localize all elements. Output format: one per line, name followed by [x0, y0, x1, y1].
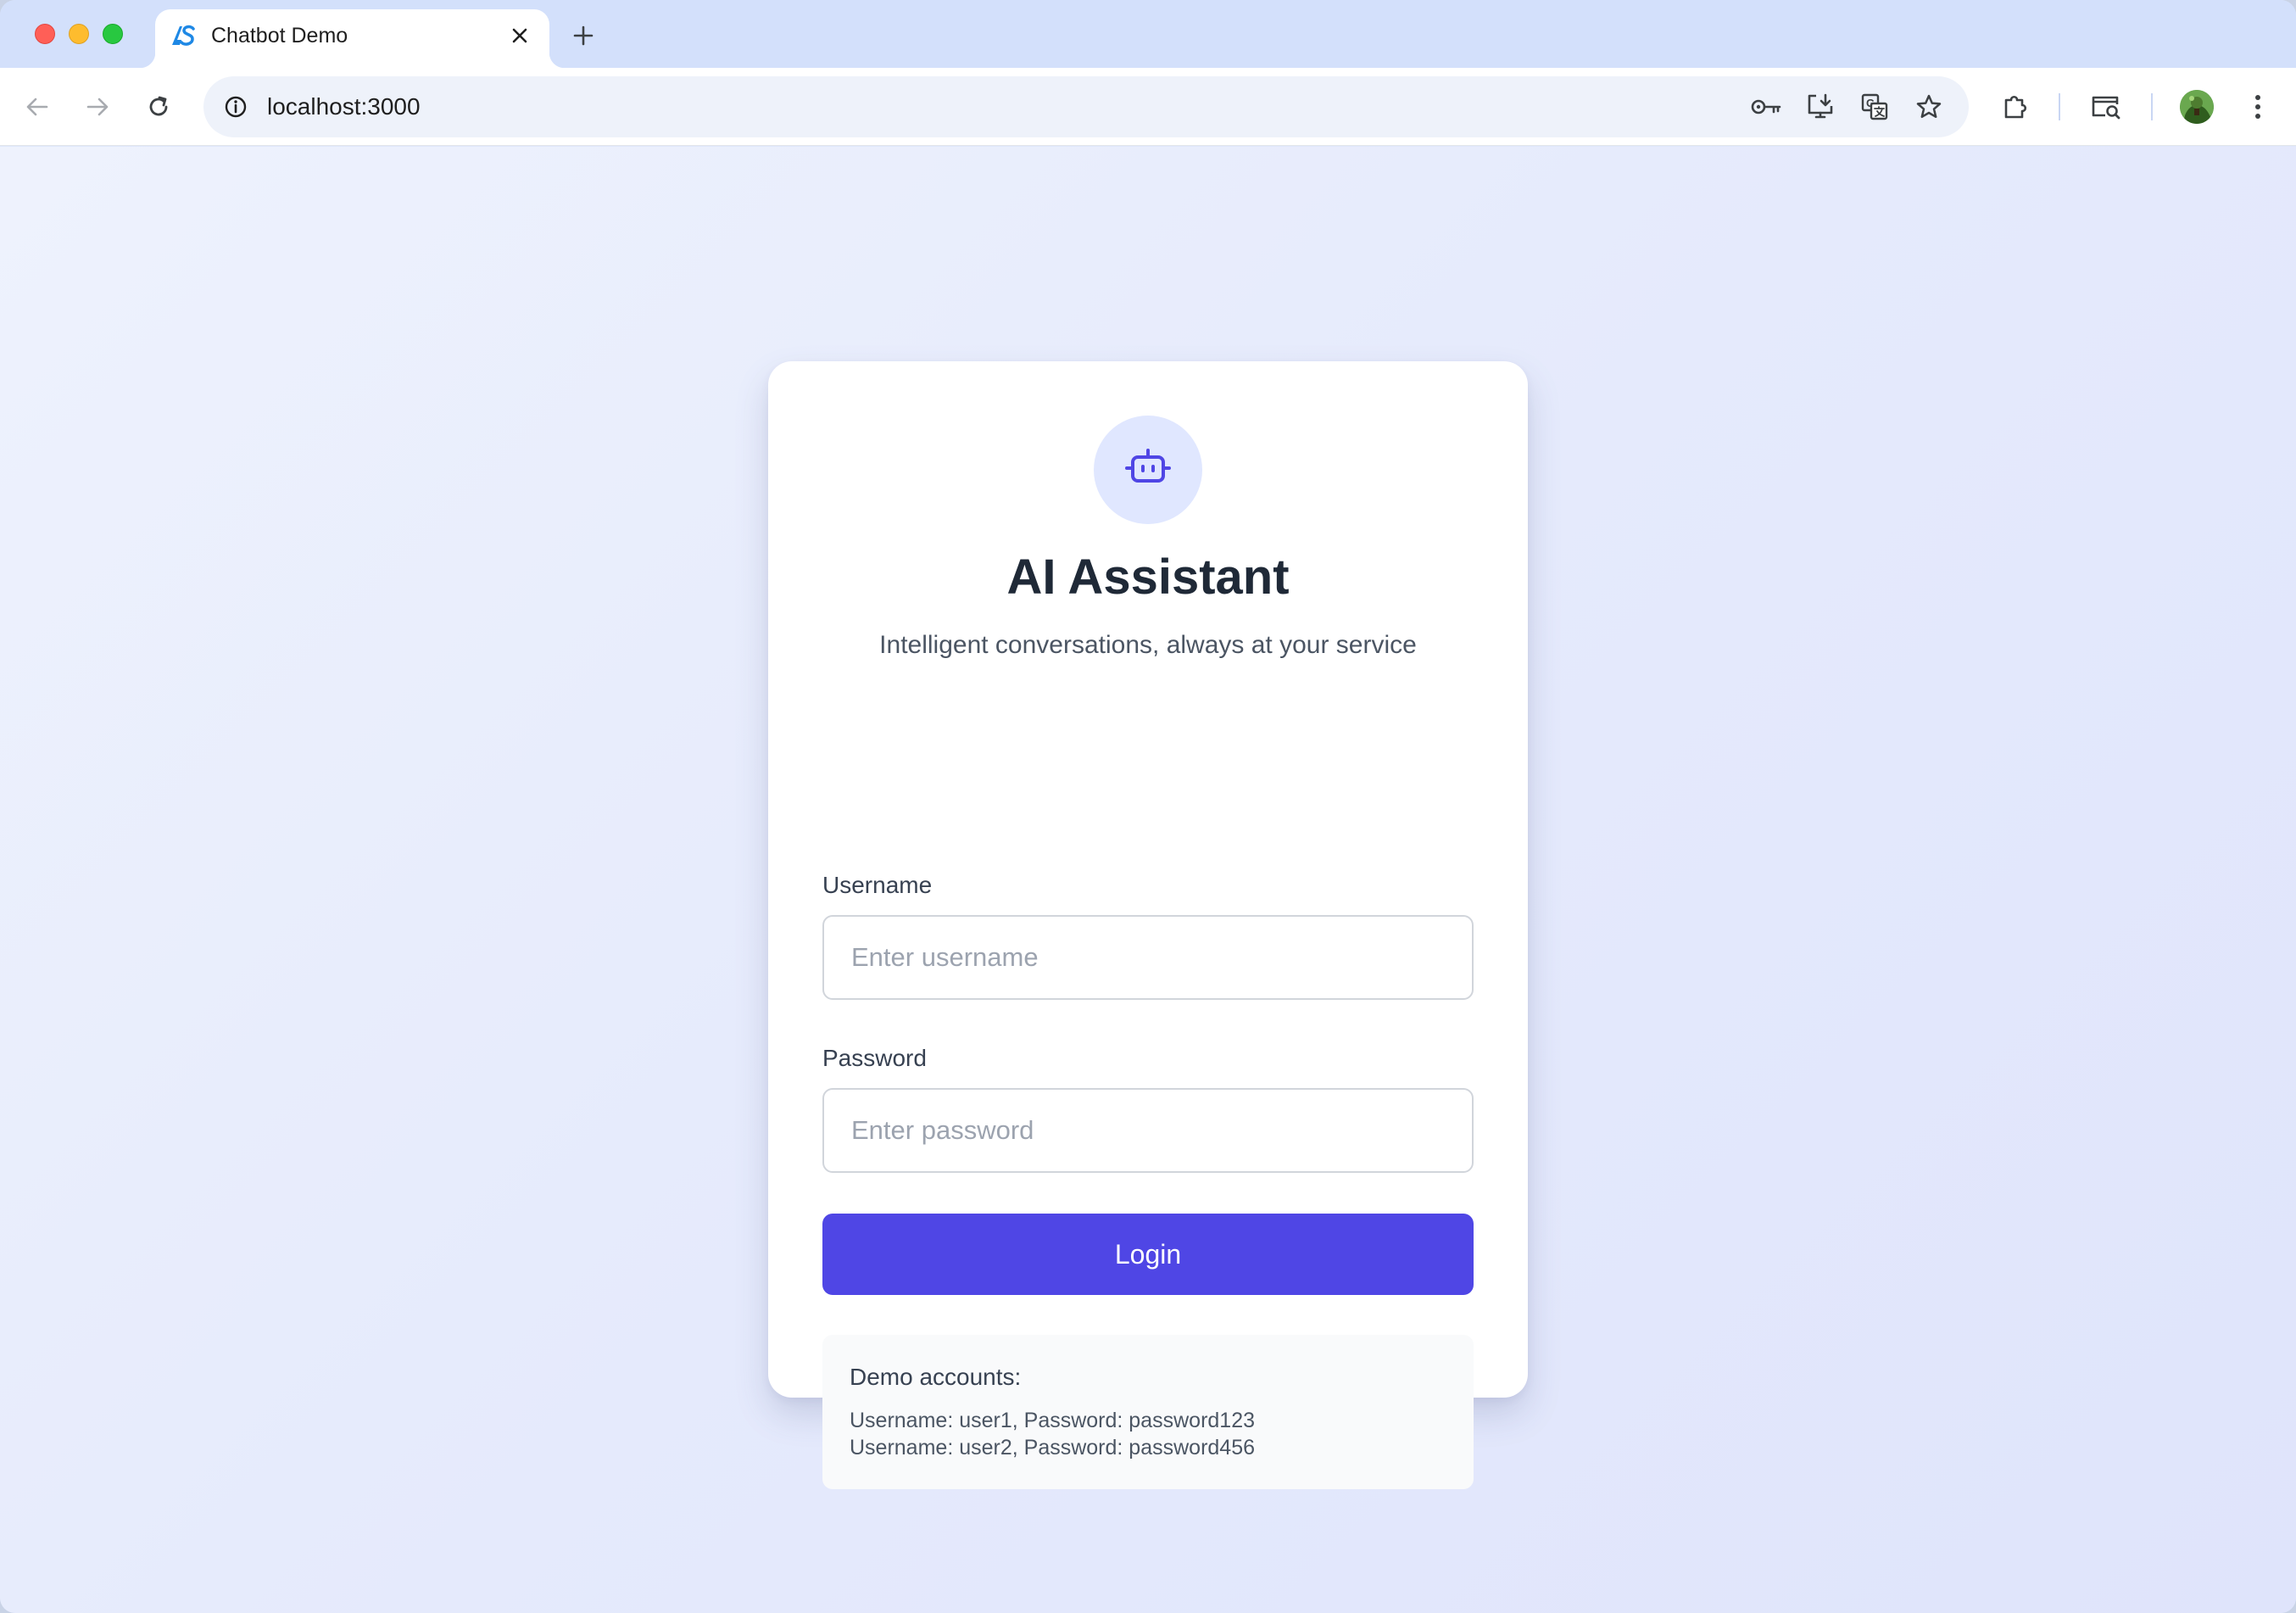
address-bar[interactable]: localhost:3000 G: [203, 76, 1969, 137]
profile-avatar[interactable]: [2180, 90, 2214, 124]
forward-arrow-icon[interactable]: [77, 87, 118, 127]
toolbar-divider: [2059, 93, 2060, 120]
login-button[interactable]: Login: [822, 1214, 1474, 1295]
reload-icon[interactable]: [138, 87, 179, 127]
back-arrow-icon[interactable]: [17, 87, 58, 127]
demo-account-line: Username: user2, Password: password456: [850, 1436, 1256, 1460]
robot-icon: [1123, 443, 1173, 498]
favicon-icon: [170, 21, 198, 50]
username-label: Username: [822, 872, 933, 898]
robot-avatar: [1094, 416, 1202, 524]
demo-accounts-title: Demo accounts:: [850, 1364, 1022, 1390]
more-menu-icon[interactable]: [2237, 87, 2278, 127]
close-window-button[interactable]: [35, 24, 55, 44]
minimize-window-button[interactable]: [69, 24, 89, 44]
demo-account-line: Username: user1, Password: password123: [850, 1409, 1256, 1432]
tab-strip: Chatbot Demo: [0, 0, 2296, 68]
close-tab-icon[interactable]: [505, 21, 534, 50]
browser-tab[interactable]: Chatbot Demo: [140, 9, 565, 68]
tab-search-icon[interactable]: [2086, 87, 2126, 127]
page-content: AI Assistant Intelligent conversations, …: [0, 147, 2296, 1613]
install-app-icon[interactable]: [1802, 88, 1839, 126]
password-label: Password: [822, 1045, 927, 1071]
password-input[interactable]: [822, 1088, 1474, 1173]
login-card: AI Assistant Intelligent conversations, …: [768, 361, 1528, 1489]
page-subtitle: Intelligent conversations, always at you…: [879, 631, 1417, 659]
translate-icon[interactable]: G: [1856, 88, 1893, 126]
extensions-puzzle-icon[interactable]: [1995, 87, 2036, 127]
password-key-icon[interactable]: [1747, 88, 1785, 126]
browser-toolbar: localhost:3000 G: [0, 68, 2296, 146]
address-bar-url: localhost:3000: [267, 93, 421, 120]
site-info-icon[interactable]: [217, 88, 254, 126]
maximize-window-button[interactable]: [103, 24, 123, 44]
username-input[interactable]: [822, 915, 1474, 1000]
browser-window: Chatbot Demo localhost:3000 G AI Assista…: [0, 0, 2296, 1613]
bookmark-star-icon[interactable]: [1910, 88, 1948, 126]
page-title: AI Assistant: [1006, 550, 1290, 605]
tab-title: Chatbot Demo: [211, 24, 348, 47]
new-tab-icon[interactable]: [566, 19, 600, 53]
toolbar-divider: [2151, 93, 2153, 120]
demo-accounts-box: Demo accounts: Username: user1, Password…: [822, 1335, 1474, 1489]
